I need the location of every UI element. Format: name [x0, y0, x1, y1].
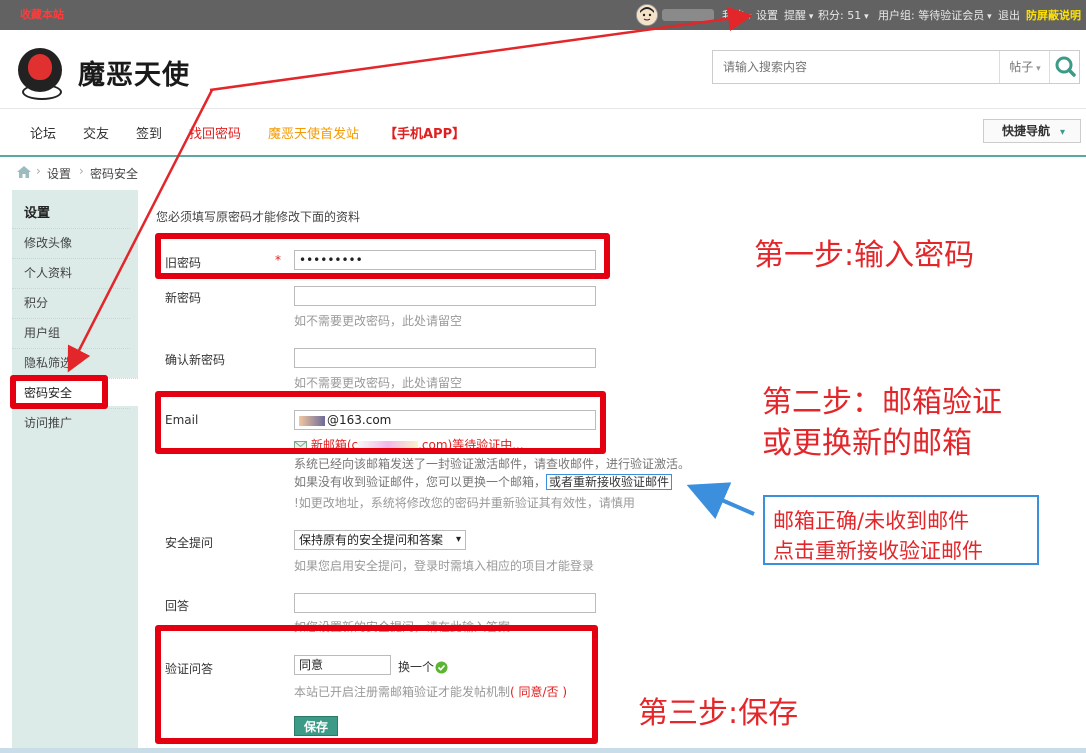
- annotation-arrows: [67, 6, 755, 520]
- bottom-strip: [0, 748, 1086, 753]
- arrow-to-settings: [209, 6, 753, 92]
- arrow-to-resend-link: [686, 482, 755, 520]
- arrow-to-sidebar: [67, 89, 214, 373]
